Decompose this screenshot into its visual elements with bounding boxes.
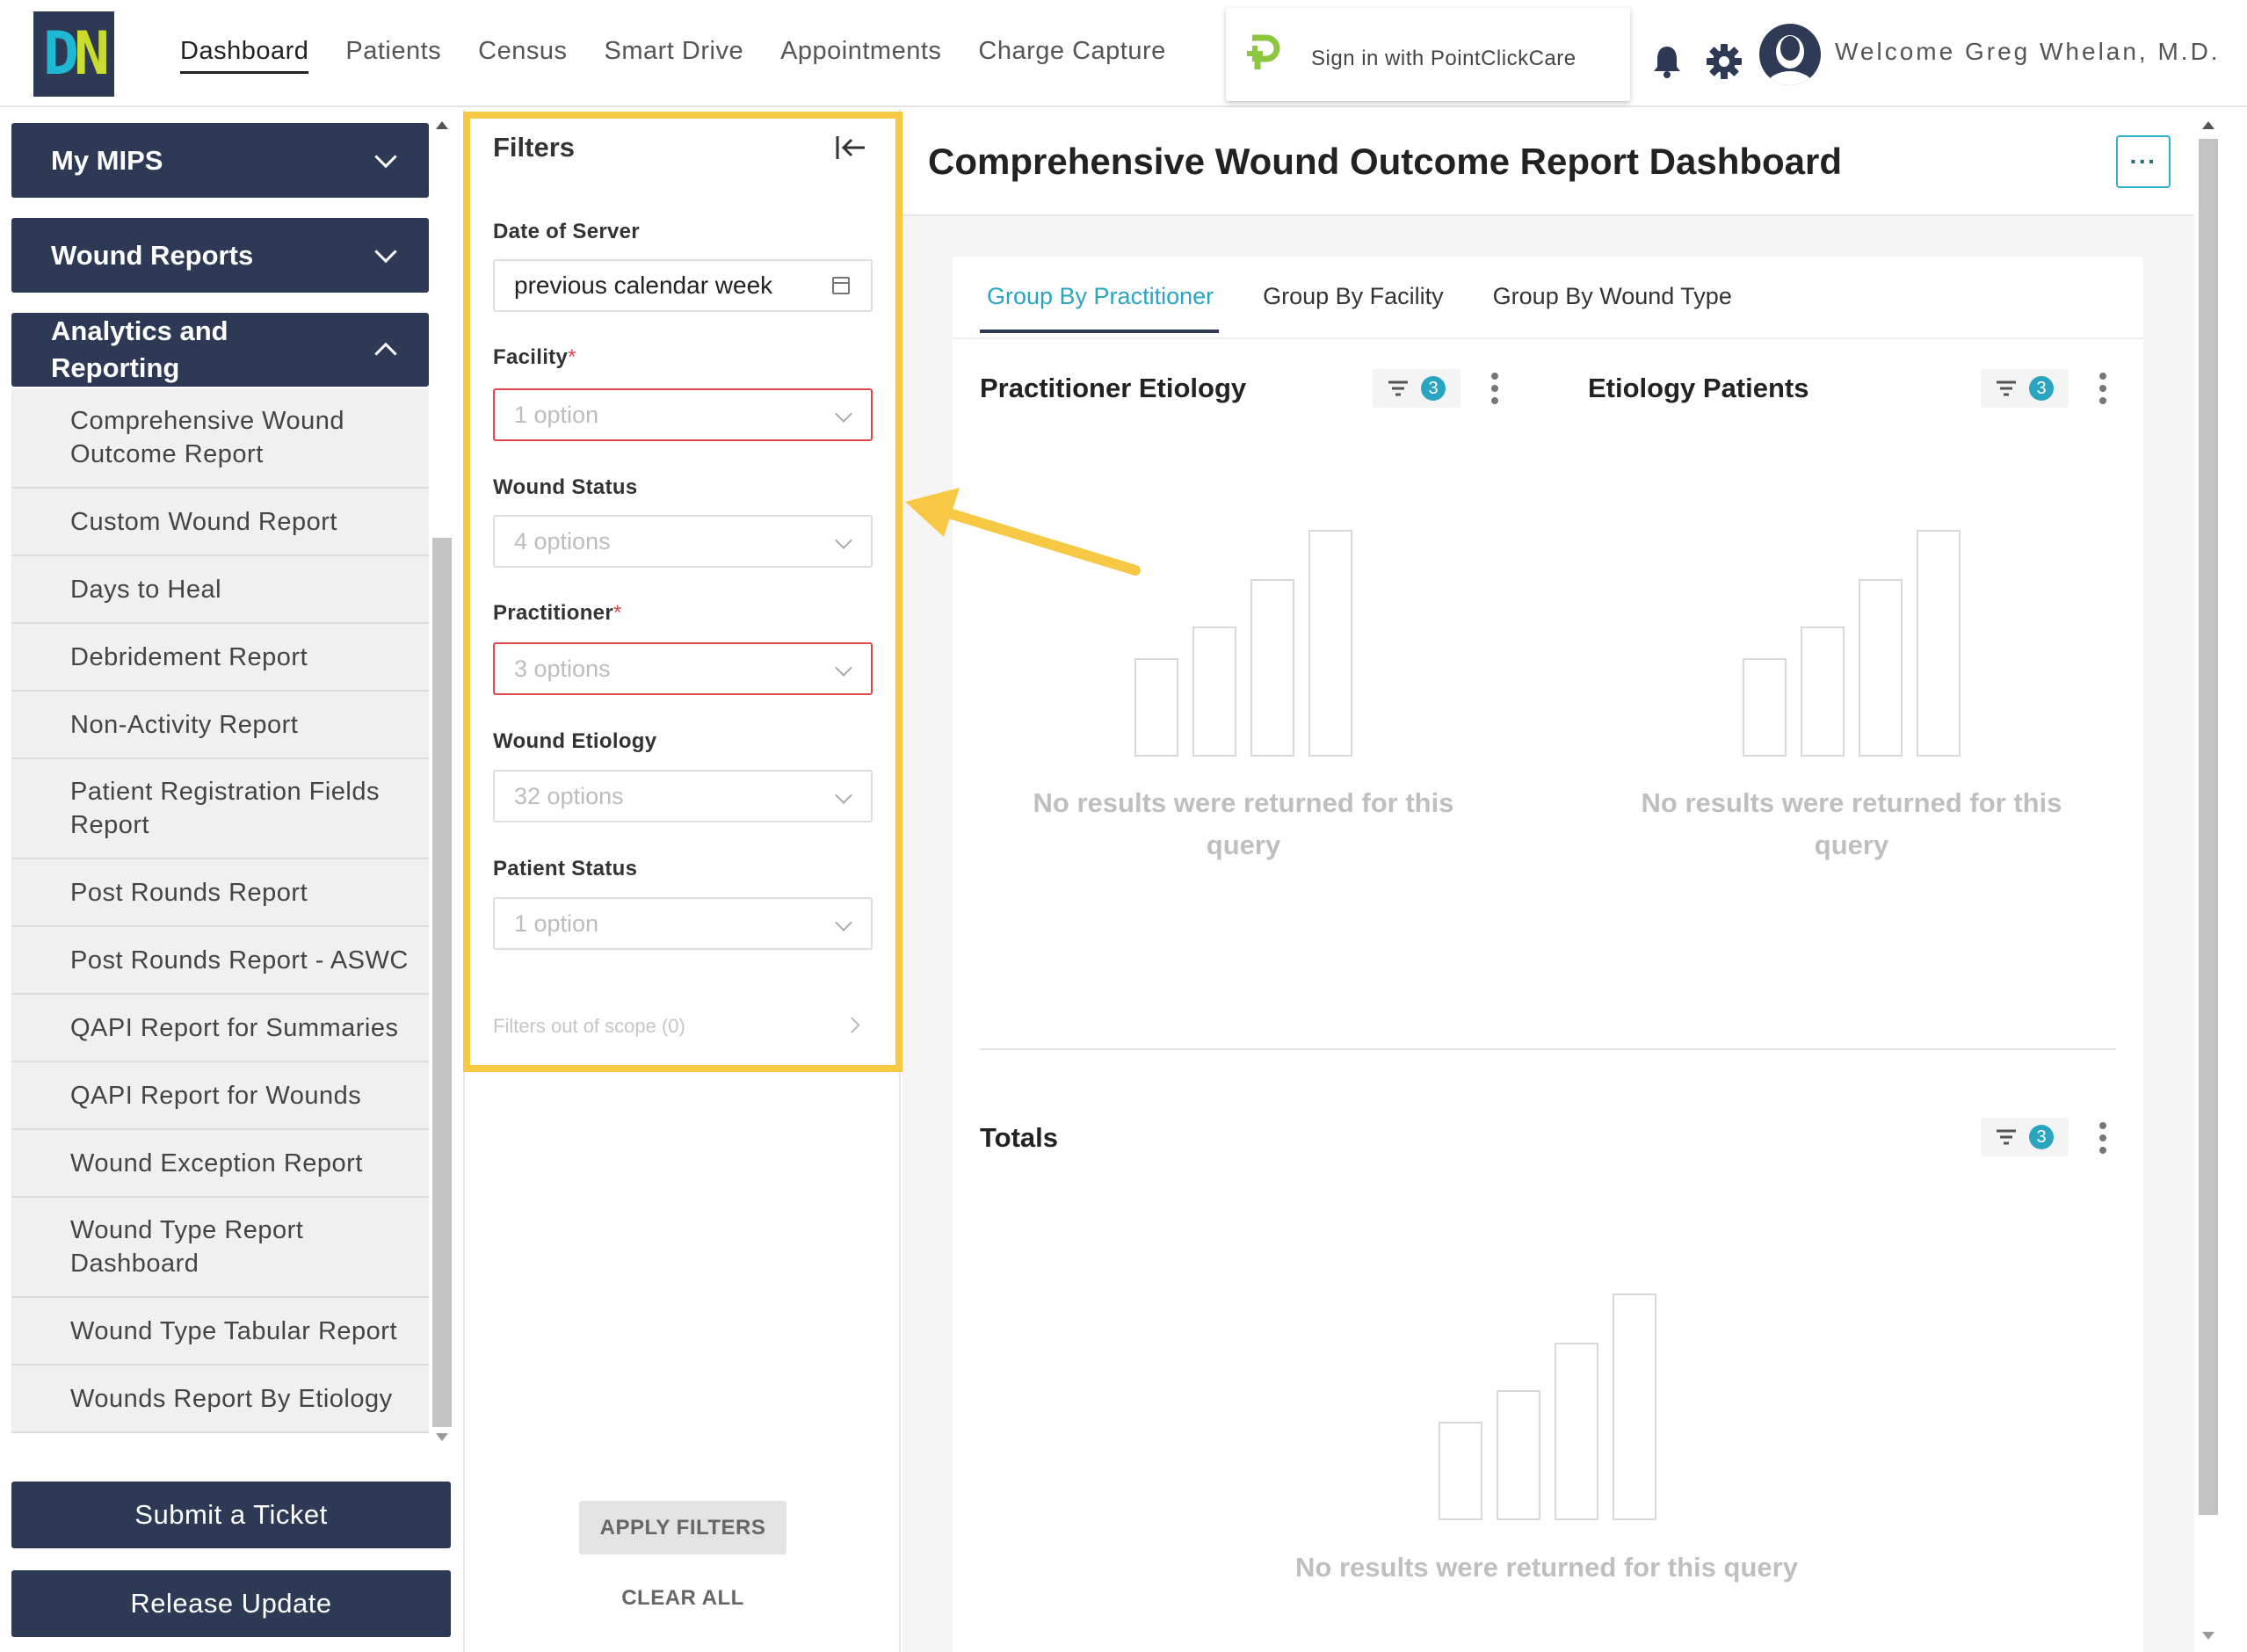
chevron-down-icon: [374, 240, 397, 263]
app-logo[interactable]: DN: [33, 11, 114, 97]
chart-filter-indicator[interactable]: 3: [1981, 1118, 2069, 1156]
chevron-up-icon: [374, 342, 397, 366]
nav-patients[interactable]: Patients: [345, 37, 441, 74]
section-divider: [980, 1048, 2116, 1050]
empty-results-message: No results were returned for this query: [1295, 1552, 1798, 1583]
tab-group-by-facility[interactable]: Group By Facility: [1256, 283, 1449, 333]
main-scrollbar[interactable]: [2194, 109, 2222, 1652]
chart-title-totals: Totals: [980, 1122, 1058, 1153]
filter-count-badge: 3: [2029, 376, 2054, 401]
group-by-tabs: Group By Practitioner Group By Facility …: [980, 283, 1774, 333]
chart-menu-kebab-icon[interactable]: [2099, 1122, 2108, 1154]
pointclickcare-icon: [1245, 34, 1280, 79]
sidebar-item-post-rounds-report[interactable]: Post Rounds Report: [11, 859, 429, 927]
filter-icon: [1997, 380, 2016, 396]
scroll-down-arrow-icon[interactable]: [2202, 1632, 2214, 1640]
user-avatar[interactable]: [1759, 24, 1821, 85]
apply-filters-button[interactable]: APPLY FILTERS: [579, 1501, 786, 1554]
empty-results-message: No results were returned for this query: [1641, 787, 2062, 860]
empty-chart-placeholder-icon: [1439, 1293, 1656, 1520]
sidebar-item-wounds-report-by-etiology[interactable]: Wounds Report By Etiology: [11, 1366, 429, 1433]
sidebar-item-comprehensive-wound-outcome[interactable]: Comprehensive Wound Outcome Report: [11, 388, 429, 489]
chart-menu-kebab-icon[interactable]: [1491, 373, 1500, 404]
sidebar-item-post-rounds-report-aswc[interactable]: Post Rounds Report - ASWC: [11, 927, 429, 995]
dashboard-title: Comprehensive Wound Outcome Report Dashb…: [928, 141, 1843, 182]
empty-chart-placeholder-icon: [1134, 530, 1352, 757]
scrollbar-thumb[interactable]: [432, 538, 452, 1427]
annotation-arrow-icon: [905, 488, 1141, 576]
sidebar-item-patient-registration-fields[interactable]: Patient Registration Fields Report: [11, 759, 429, 859]
nav-charge-capture[interactable]: Charge Capture: [978, 37, 1165, 74]
sidebar-section-wound-reports[interactable]: Wound Reports: [11, 218, 429, 293]
sidebar-item-wound-type-tabular-report[interactable]: Wound Type Tabular Report: [11, 1298, 429, 1366]
filter-highlight-box: [463, 112, 902, 1072]
nav-smart-drive[interactable]: Smart Drive: [605, 37, 744, 74]
sidebar-item-days-to-heal[interactable]: Days to Heal: [11, 556, 429, 624]
chart-filter-indicator[interactable]: 3: [1981, 369, 2069, 408]
tab-divider: [953, 337, 2143, 339]
sidebar-scrollbar[interactable]: [431, 109, 453, 1453]
scroll-up-arrow-icon[interactable]: [436, 121, 448, 129]
sidebar-section-my-mips[interactable]: My MIPS: [11, 123, 429, 198]
tab-group-by-practitioner[interactable]: Group By Practitioner: [980, 283, 1220, 333]
scroll-up-arrow-icon[interactable]: [2202, 121, 2214, 129]
chart-title-etiology-patients: Etiology Patients: [1588, 373, 1809, 403]
clear-all-button[interactable]: CLEAR ALL: [579, 1586, 786, 1611]
chart-filter-indicator[interactable]: 3: [1373, 369, 1461, 408]
chevron-down-icon: [374, 145, 397, 168]
filter-icon: [1997, 1129, 2016, 1145]
sidebar-item-wound-type-report-dashboard[interactable]: Wound Type Report Dashboard: [11, 1198, 429, 1298]
main-nav: Dashboard Patients Census Smart Drive Ap…: [180, 37, 1166, 74]
user-silhouette-icon: [1767, 35, 1813, 85]
analytics-submenu: Comprehensive Wound Outcome Report Custo…: [11, 388, 429, 1433]
filter-icon: [1388, 380, 1408, 396]
window-edge: [2222, 109, 2247, 1652]
filter-count-badge: 3: [2029, 1125, 2054, 1149]
empty-chart-placeholder-icon: [1743, 530, 1961, 757]
nav-dashboard[interactable]: Dashboard: [180, 37, 309, 74]
submit-ticket-button[interactable]: Submit a Ticket: [11, 1482, 451, 1548]
chart-title-practitioner-etiology: Practitioner Etiology: [980, 373, 1247, 403]
sidebar-item-wound-exception-report[interactable]: Wound Exception Report: [11, 1130, 429, 1198]
top-navbar: DN Dashboard Patients Census Smart Drive…: [0, 0, 2247, 107]
nav-census[interactable]: Census: [478, 37, 567, 74]
pointclickcare-signin-button[interactable]: Sign in with PointClickCare: [1226, 8, 1630, 101]
sidebar-item-custom-wound-report[interactable]: Custom Wound Report: [11, 489, 429, 556]
scroll-down-arrow-icon[interactable]: [436, 1433, 448, 1441]
release-update-button[interactable]: Release Update: [11, 1570, 451, 1637]
sidebar-item-qapi-wounds[interactable]: QAPI Report for Wounds: [11, 1062, 429, 1130]
scrollbar-thumb[interactable]: [2199, 139, 2218, 1515]
nav-appointments[interactable]: Appointments: [780, 37, 941, 74]
welcome-user-text: Welcome Greg Whelan, M.D.: [1835, 38, 2221, 65]
tab-group-by-wound-type[interactable]: Group By Wound Type: [1486, 283, 1737, 333]
settings-gear-icon[interactable]: [1705, 42, 1743, 81]
more-options-button[interactable]: ···: [2116, 135, 2171, 188]
sidebar-item-qapi-summaries[interactable]: QAPI Report for Summaries: [11, 995, 429, 1062]
sidebar-section-analytics[interactable]: Analytics and Reporting: [11, 313, 429, 387]
sidebar-item-non-activity-report[interactable]: Non-Activity Report: [11, 692, 429, 759]
filter-count-badge: 3: [1421, 376, 1446, 401]
chart-menu-kebab-icon[interactable]: [2099, 373, 2108, 404]
sidebar-item-debridement-report[interactable]: Debridement Report: [11, 624, 429, 692]
empty-results-message: No results were returned for this query: [1033, 787, 1454, 860]
notification-bell-icon[interactable]: [1652, 44, 1682, 79]
